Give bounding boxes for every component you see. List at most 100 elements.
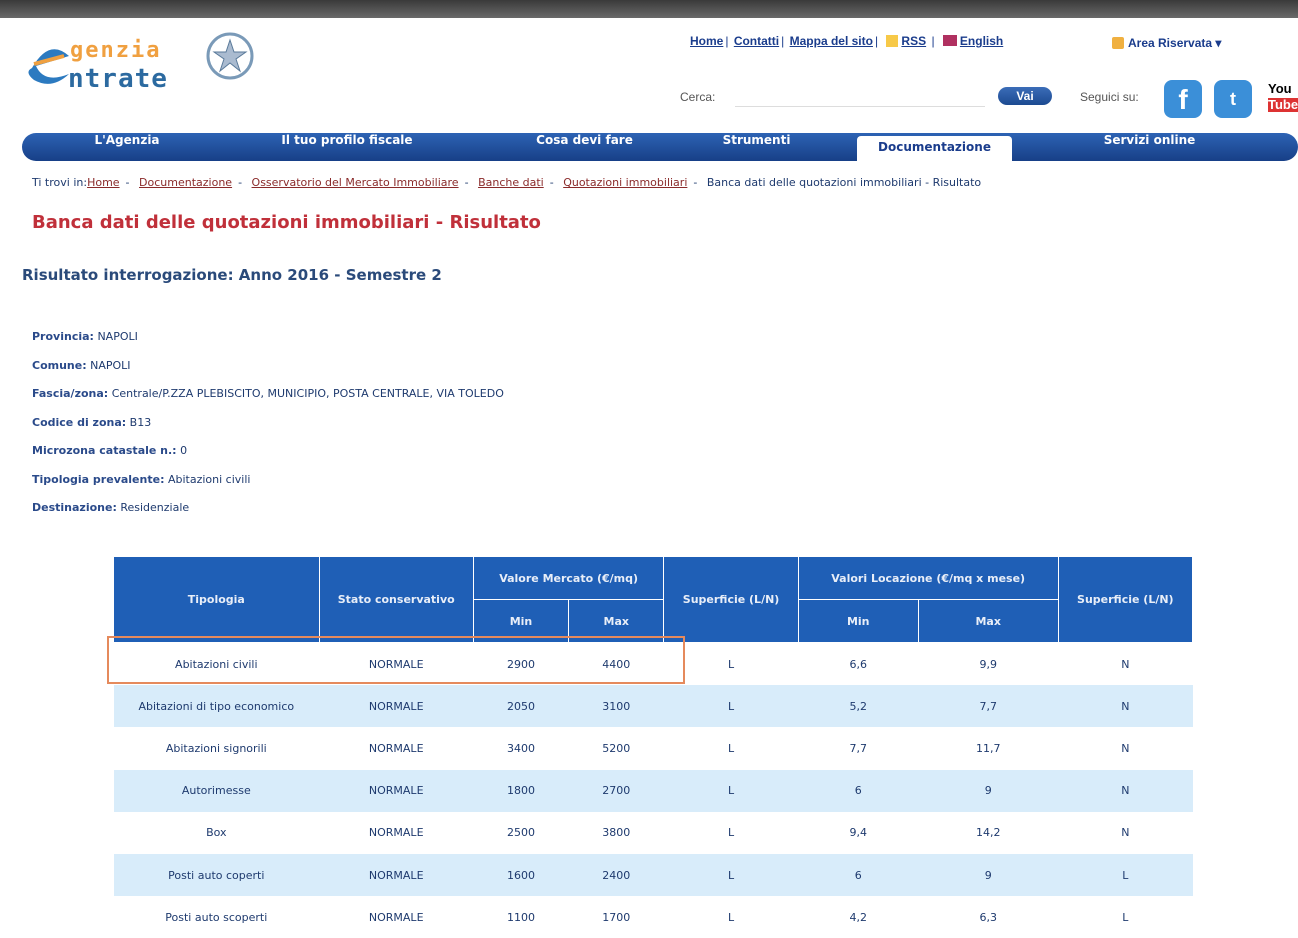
cell-vm-max: 2700 [568,769,664,812]
tab-servizi-online[interactable]: Servizi online [1062,133,1237,161]
header-superficie-1: Superficie (L/N) [663,556,799,643]
cell-vl-max: 6,3 [979,910,997,924]
breadcrumb-quotazioni[interactable]: Quotazioni immobiliari [563,176,687,189]
top-links: Home | Contatti | Mappa del sito | RSS | En… [690,34,1004,48]
tab-profilo-fiscale[interactable]: Il tuo profilo fiscale [237,133,457,161]
uk-flag-icon [942,35,957,46]
logo-text-top: genzia [70,38,162,63]
cell-vl-max: 9 [918,853,1059,897]
info-codice-zona: Codice di zona: B13 [32,415,152,429]
table-row: Posti auto coperti NORMALE 1600 2400 L 6 9 L [113,853,1193,897]
cell-sup1: L [727,910,735,924]
cell-vl-max: 14,2 [975,826,1001,840]
info-destinazione: Destinazione: Residenziale [32,501,190,514]
info-tipologia: Tipologia prevalente: Abitazioni civili [32,472,251,486]
link-home[interactable]: Home [690,34,723,48]
breadcrumb-home[interactable]: Home [87,176,119,189]
rss-icon [886,35,899,47]
header-stato: Stato conservativo [318,556,474,643]
cell-vl-min: 9,4 [849,826,867,840]
info-fascia-zona: Fascia/zona: Centrale/P.ZZA PLEBISCITO, … [32,387,504,400]
quotazioni-table: Tipologia Stato conservativo Valore Merc… [113,556,1194,938]
table-row: Box NORMALE 2500 3800 L 9,4 14,2 N [114,812,1193,854]
breadcrumb-osservatorio[interactable]: Osservatorio del Mercato Immobiliare [252,176,459,189]
cell-tipologia: Abitazioni di tipo economico [113,685,320,728]
cell-vl-min: 5,2 [798,685,919,728]
cell-vm-max: 3100 [568,685,664,728]
cell-vl-min: 7,7 [849,741,867,755]
cell-vl-min: 6,6 [849,657,867,671]
cell-vl-min: 6 [798,769,919,812]
info-comune: Comune: NAPOLI [32,358,131,372]
header-vl-max: Max [917,599,1059,643]
query-info: Provincia: NAPOLI Comune: NAPOLI Fascia/… [32,330,504,530]
cell-tipologia: Autorimesse [113,769,320,812]
cell-vl-max: 11,7 [975,741,1001,755]
breadcrumb-current: Banca dati delle quotazioni immobiliari … [706,176,982,189]
agenzia-entrate-logo[interactable]: genzia ntrate [12,28,262,98]
republic-emblem-icon [206,32,254,80]
cell-sup2: N [1121,741,1130,755]
follow-label: Seguici su: [1080,90,1139,104]
cell-vm-min: 3400 [506,741,535,755]
cell-sup2: N [1121,657,1130,671]
cell-vl-min: 6 [798,853,919,897]
cell-stato: NORMALE [319,769,474,812]
cell-vl-min: 4,2 [849,910,867,924]
cell-vm-min: 1600 [473,853,569,897]
cell-vm-min: 1100 [506,910,535,924]
cell-vl-max: 7,7 [918,685,1059,728]
cell-sup1: L [727,826,735,840]
cell-sup1: L [663,685,799,728]
facebook-icon[interactable]: f [1164,80,1202,118]
cell-tipologia: Posti auto coperti [113,853,320,897]
link-english[interactable]: English [960,34,1003,48]
header-valore-mercato: Valore Mercato (€/mq) [472,556,665,600]
tab-agenzia[interactable]: L'Agenzia [42,133,212,161]
lock-icon [1112,37,1124,49]
info-microzona: Microzona catastale n.: 0 [32,444,188,457]
link-mappa[interactable]: Mappa del sito [790,34,873,48]
result-subtitle: Risultato interrogazione: Anno 2016 - Se… [22,266,442,284]
cell-tipologia: Box [206,826,227,840]
cell-sup2: N [1058,769,1193,812]
search-button[interactable]: Vai [998,87,1052,105]
main-nav: L'Agenzia Il tuo profilo fiscale Cosa de… [22,133,1298,161]
cell-stato: NORMALE [368,826,424,840]
table-row: Autorimesse NORMALE 1800 2700 L 6 9 N [113,769,1193,812]
area-riservata-link[interactable]: Area Riservata ▾ [1112,36,1221,50]
cell-vm-max: 2400 [568,853,664,897]
cell-stato: NORMALE [368,741,424,755]
tab-strumenti[interactable]: Strumenti [694,133,819,161]
link-rss[interactable]: RSS [901,34,926,48]
cell-stato: NORMALE [319,853,474,897]
search-input[interactable] [735,84,985,107]
cell-vm-max: 3800 [602,826,631,840]
cell-tipologia: Abitazioni signorili [165,741,267,755]
cell-stato: NORMALE [368,910,424,924]
cell-vm-min: 2050 [473,685,569,728]
cell-sup1: L [663,769,799,812]
cell-vm-min: 1800 [473,769,569,812]
tab-cosa-devi-fare[interactable]: Cosa devi fare [492,133,677,161]
breadcrumb-banche-dati[interactable]: Banche dati [478,176,544,189]
cell-sup2: L [1122,910,1129,924]
header-vl-min: Min [797,599,919,643]
cell-sup1: L [727,741,735,755]
e-logo-icon [28,49,70,84]
twitter-icon[interactable]: t [1214,80,1252,118]
cell-vm-min: 2500 [506,826,535,840]
info-provincia: Provincia: NAPOLI [32,330,138,343]
breadcrumb-documentazione[interactable]: Documentazione [139,176,232,189]
link-contatti[interactable]: Contatti [734,34,779,48]
cell-vl-max: 9,9 [979,657,997,671]
tab-documentazione[interactable]: Documentazione [857,136,1012,161]
header-tipologia: Tipologia [113,556,320,643]
logo-text-bottom: ntrate [68,64,168,94]
highlight-box [107,636,685,684]
page-title: Banca dati delle quotazioni immobiliari … [32,212,541,233]
header-superficie-2: Superficie (L/N) [1057,556,1194,643]
youtube-icon[interactable]: You Tube [1268,80,1298,118]
top-bar [0,0,1298,18]
breadcrumb: Ti trovi in:Home - Documentazione - Osserv… [32,176,982,189]
